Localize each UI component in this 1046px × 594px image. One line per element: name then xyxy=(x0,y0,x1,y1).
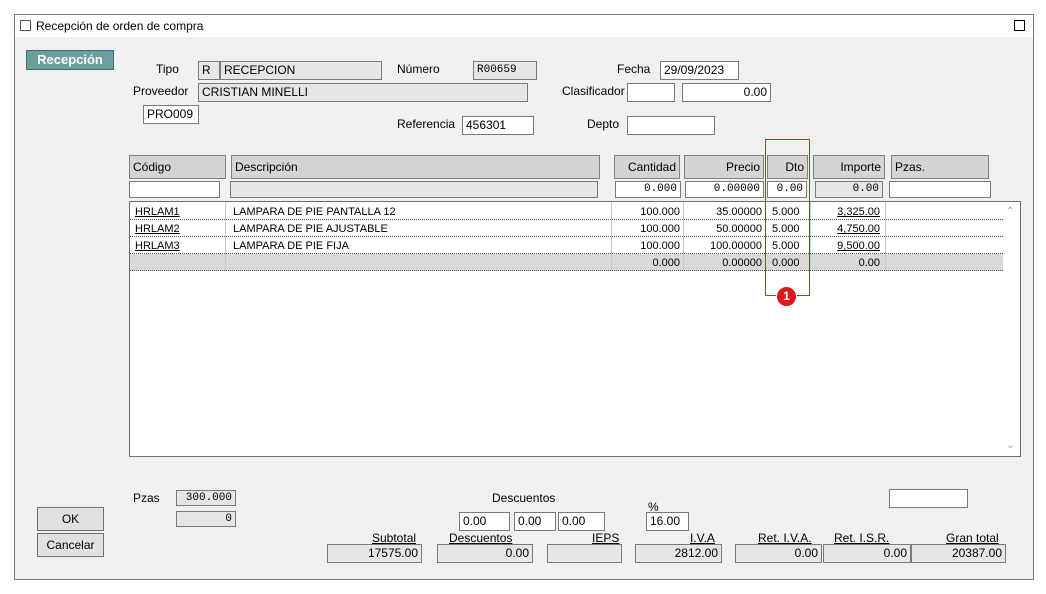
descuento-3-field[interactable]: 0.00 xyxy=(558,512,605,531)
iva-field[interactable]: 2812.00 xyxy=(635,544,722,563)
referencia-field[interactable]: 456301 xyxy=(462,116,534,135)
row-cantidad: 100.000 xyxy=(640,240,680,252)
row-codigo: HRLAM2 xyxy=(135,223,180,235)
scroll-up-icon[interactable]: ⌃ xyxy=(1006,206,1014,217)
descuento-2-field[interactable]: 0.00 xyxy=(514,512,556,531)
row-descripcion xyxy=(233,255,613,272)
clasificador-label: Clasificador xyxy=(562,84,625,98)
window-title: Recepción de orden de compra xyxy=(36,19,204,33)
window-icon xyxy=(20,20,31,31)
row-importe: 9,500.00 xyxy=(837,240,880,252)
entry-descripcion-input[interactable] xyxy=(230,181,598,198)
row-cantidad: 100.000 xyxy=(640,223,680,235)
col-importe[interactable]: Importe xyxy=(813,155,885,179)
ret-isr-field[interactable]: 0.00 xyxy=(823,544,911,563)
table-row[interactable]: HRLAM1 LAMPARA DE PIE PANTALLA 12 100.00… xyxy=(130,204,1003,221)
entry-codigo-input[interactable] xyxy=(129,181,220,198)
row-importe: 4,750.00 xyxy=(837,223,880,235)
ieps-field[interactable] xyxy=(547,544,622,563)
row-precio: 100.00000 xyxy=(710,240,762,252)
iva-label: I.V.A xyxy=(690,531,715,545)
pzas-secondary-field[interactable]: 0 xyxy=(176,511,236,527)
row-precio: 50.00000 xyxy=(716,223,762,235)
fecha-field[interactable]: 29/09/2023 xyxy=(660,61,739,80)
pzas-label: Pzas xyxy=(133,491,160,505)
ieps-label: IEPS xyxy=(592,531,620,545)
row-descripcion: LAMPARA DE PIE FIJA xyxy=(233,240,349,252)
gran-total-field[interactable]: 20387.00 xyxy=(911,544,1006,563)
grid-scrollbar[interactable] xyxy=(1003,202,1020,456)
col-cantidad[interactable]: Cantidad xyxy=(614,155,680,179)
row-cantidad: 0.000 xyxy=(652,257,680,269)
iva-percent-field[interactable]: 16.00 xyxy=(646,512,689,531)
descuentos-total-label: Descuentos xyxy=(449,531,513,545)
proveedor-name-field[interactable]: CRISTIAN MINELLI xyxy=(198,83,528,102)
entry-cantidad-input[interactable]: 0.000 xyxy=(615,181,681,198)
row-cantidad: 100.000 xyxy=(640,206,680,218)
cancel-button[interactable]: Cancelar xyxy=(37,533,104,557)
row-descripcion: LAMPARA DE PIE AJUSTABLE xyxy=(233,223,388,235)
ret-iva-label: Ret. I.V.A. xyxy=(758,531,812,545)
depto-label: Depto xyxy=(587,117,620,131)
pzas-total-field[interactable]: 300.000 xyxy=(176,490,236,506)
annotation-marker: 1 xyxy=(776,286,797,307)
descuentos-label: Descuentos xyxy=(492,491,556,505)
gran-total-label: Gran total xyxy=(946,531,999,545)
col-codigo[interactable]: Código xyxy=(129,155,226,179)
entry-importe-input[interactable]: 0.00 xyxy=(815,181,883,198)
numero-label: Número xyxy=(397,62,440,76)
ret-iva-field[interactable]: 0.00 xyxy=(735,544,822,563)
entry-pzas-input[interactable] xyxy=(889,181,991,198)
table-row[interactable]: HRLAM3 LAMPARA DE PIE FIJA 100.000 100.0… xyxy=(130,238,1003,255)
row-precio: 35.00000 xyxy=(716,206,762,218)
numero-field[interactable]: R00659 xyxy=(473,61,537,80)
row-precio: 0.00000 xyxy=(722,257,762,269)
descuentos-total-field[interactable]: 0.00 xyxy=(437,544,533,563)
row-codigo xyxy=(135,255,225,272)
annotation-highlight-box xyxy=(765,139,810,296)
table-row[interactable]: HRLAM2 LAMPARA DE PIE AJUSTABLE 100.000 … xyxy=(130,221,1003,238)
tipo-label: Tipo xyxy=(156,62,179,76)
extra-field[interactable] xyxy=(889,489,968,508)
maximize-icon[interactable] xyxy=(1014,20,1025,31)
scroll-down-icon[interactable]: ⌄ xyxy=(1006,440,1014,451)
entry-precio-input[interactable]: 0.00000 xyxy=(685,181,764,198)
row-importe: 3,325.00 xyxy=(837,206,880,218)
tipo-code-field[interactable]: R xyxy=(198,61,220,80)
subtotal-label: Subtotal xyxy=(372,531,417,545)
row-importe: 0.00 xyxy=(858,257,880,269)
referencia-label: Referencia xyxy=(397,117,456,131)
ret-isr-label: Ret. I.S.R. xyxy=(834,531,890,545)
row-codigo: HRLAM1 xyxy=(135,206,180,218)
subtotal-field[interactable]: 17575.00 xyxy=(327,544,422,563)
row-codigo: HRLAM3 xyxy=(135,240,180,252)
row-descripcion: LAMPARA DE PIE PANTALLA 12 xyxy=(233,206,396,218)
depto-field[interactable] xyxy=(627,116,715,135)
fecha-label: Fecha xyxy=(617,62,651,76)
descuento-1-field[interactable]: 0.00 xyxy=(459,512,510,531)
clasificador-amount-field[interactable]: 0.00 xyxy=(682,83,771,102)
proveedor-label: Proveedor xyxy=(133,84,189,98)
clasificador-field[interactable] xyxy=(627,83,675,102)
col-descripcion[interactable]: Descripción xyxy=(231,155,600,179)
proveedor-code-field[interactable]: PRO009 xyxy=(143,105,199,124)
table-row[interactable]: 0.000 0.00000 0.000 0.00 xyxy=(130,255,1003,272)
col-precio[interactable]: Precio xyxy=(684,155,764,179)
col-pzas[interactable]: Pzas. xyxy=(891,155,989,179)
ok-button[interactable]: OK xyxy=(37,507,104,531)
recepcion-button[interactable]: Recepción xyxy=(26,50,114,70)
tipo-value-field[interactable]: RECEPCION xyxy=(220,61,382,80)
